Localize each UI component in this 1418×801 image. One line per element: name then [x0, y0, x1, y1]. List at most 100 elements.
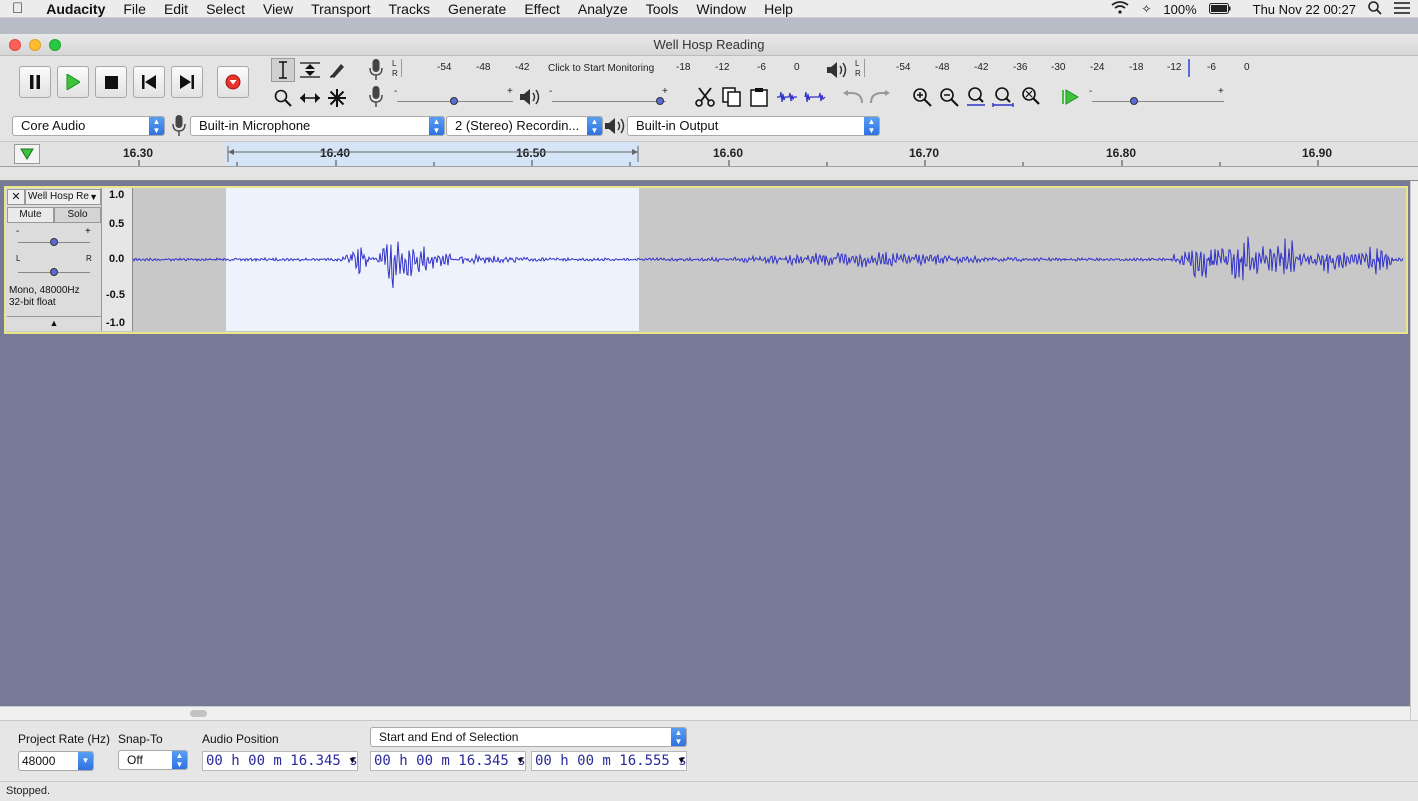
zoom-out-icon[interactable] [937, 85, 961, 109]
menu-generate[interactable]: Generate [439, 1, 515, 17]
menu-view[interactable]: View [254, 1, 302, 17]
pause-button[interactable] [19, 66, 51, 98]
copy-icon[interactable] [720, 85, 744, 109]
play-meter-tick: -30 [1051, 62, 1066, 73]
menu-edit[interactable]: Edit [155, 1, 197, 17]
time-format-dropdown-icon[interactable]: ▼ [518, 752, 523, 770]
bluetooth-icon[interactable]: ✧ [1141, 2, 1151, 16]
amplitude-tick-label: 0.5 [109, 218, 125, 230]
selection-mode-select[interactable]: Start and End of Selection ▲ ▼ [370, 727, 687, 747]
selection-end-field[interactable]: 00 h 00 m 16.555 s ▼ [531, 751, 687, 771]
track-close-button[interactable]: ✕ [7, 189, 25, 205]
output-device-select[interactable]: Built-in Output ▲ ▼ [627, 116, 880, 136]
input-device-select[interactable]: Built-in Microphone ▲ ▼ [190, 116, 445, 136]
play-button[interactable] [57, 66, 89, 98]
battery-icon[interactable] [1208, 2, 1231, 17]
output-volume-plus: + [662, 86, 668, 97]
play-at-speed-icon[interactable] [1058, 85, 1082, 109]
notification-center-icon[interactable] [1394, 1, 1410, 17]
undo-icon[interactable] [841, 85, 865, 109]
amplitude-tick-label: 0.0 [109, 253, 125, 265]
envelope-tool-icon[interactable] [298, 58, 322, 82]
menu-help[interactable]: Help [755, 1, 802, 17]
track-name-menu[interactable]: Well Hosp Re ▼ [25, 189, 101, 205]
menu-window[interactable]: Window [687, 1, 755, 17]
skip-to-start-button[interactable] [133, 66, 165, 98]
window-titlebar[interactable]: Well Hosp Reading [0, 34, 1418, 56]
track-bit-depth-info: 32-bit float [9, 297, 56, 308]
fit-selection-icon[interactable] [964, 85, 988, 109]
spotlight-icon[interactable] [1368, 0, 1382, 18]
apple-icon[interactable]:  [0, 0, 32, 17]
time-format-dropdown-icon[interactable]: ▼ [679, 752, 684, 770]
gain-slider[interactable] [50, 238, 58, 246]
output-volume-slider[interactable] [656, 97, 664, 105]
output-volume-speaker-icon [518, 85, 542, 109]
selection-start-field[interactable]: 00 h 00 m 16.345 s ▼ [370, 751, 526, 771]
solo-button[interactable]: Solo [54, 207, 101, 223]
trim-audio-icon[interactable] [775, 85, 799, 109]
play-speed-minus: - [1089, 86, 1093, 97]
time-shift-tool-icon[interactable] [298, 86, 322, 110]
audio-host-select[interactable]: Core Audio ▲ ▼ [12, 116, 165, 136]
clock[interactable]: Thu Nov 22 00:27 [1253, 2, 1356, 17]
play-meter-speaker-icon[interactable] [825, 58, 849, 82]
fit-project-icon[interactable] [991, 85, 1015, 109]
output-volume-track[interactable] [552, 101, 666, 102]
zoom-window-button[interactable] [49, 39, 61, 51]
snap-to-select[interactable]: Off ▲ ▼ [118, 750, 188, 770]
play-speed-slider[interactable] [1130, 97, 1138, 105]
menu-tools[interactable]: Tools [637, 1, 688, 17]
waveform-area[interactable] [133, 188, 1404, 331]
zoom-in-icon[interactable] [910, 85, 934, 109]
audio-position-field[interactable]: 00 h 00 m 16.345 s ▼ [202, 751, 358, 771]
input-volume-slider[interactable] [450, 97, 458, 105]
project-rate-select[interactable]: 48000 ▼ [18, 751, 94, 771]
menu-effect[interactable]: Effect [515, 1, 569, 17]
toolbars: L R -54 -48 -42 Click to Start Monitorin… [0, 56, 1418, 140]
selection-tool-icon[interactable] [271, 58, 295, 82]
input-channels-select[interactable]: 2 (Stereo) Recordin... ▲ ▼ [446, 116, 603, 136]
time-format-dropdown-icon[interactable]: ▼ [350, 752, 355, 770]
paste-icon[interactable] [747, 85, 771, 109]
record-meter-microphone-icon[interactable] [364, 58, 388, 82]
mute-button[interactable]: Mute [7, 207, 54, 223]
battery-percent: 100% [1163, 1, 1197, 17]
record-button[interactable] [217, 66, 249, 98]
record-meter-right-label: R [392, 69, 398, 78]
horizontal-scrollbar[interactable] [0, 706, 1410, 720]
horizontal-scrollbar-thumb[interactable] [190, 710, 207, 717]
selection-toolbar: Project Rate (Hz) 48000 ▼ Snap-To Off ▲ ▼… [0, 720, 1418, 780]
zoom-tool-icon[interactable] [271, 86, 295, 110]
menu-app[interactable]: Audacity [32, 1, 114, 17]
menu-analyze[interactable]: Analyze [569, 1, 637, 17]
redo-icon[interactable] [868, 85, 892, 109]
input-device-value: Built-in Microphone [199, 118, 311, 133]
silence-audio-icon[interactable] [803, 85, 827, 109]
play-meter-tick: -54 [896, 62, 911, 73]
monitor-prompt[interactable]: Click to Start Monitoring [548, 63, 654, 74]
close-window-button[interactable] [9, 39, 21, 51]
collapse-track-button[interactable]: ▲ [7, 316, 101, 329]
menu-select[interactable]: Select [197, 1, 254, 17]
chevron-updown-icon: ▲ ▼ [864, 117, 879, 135]
amplitude-ruler[interactable]: 1.0 0.5 0.0 -0.5 -1.0 [102, 188, 133, 331]
cut-icon[interactable] [693, 85, 717, 109]
skip-to-end-button[interactable] [171, 66, 203, 98]
minimize-window-button[interactable] [29, 39, 41, 51]
record-meter-tick: -18 [676, 62, 691, 73]
vertical-scrollbar[interactable] [1410, 181, 1418, 720]
menu-file[interactable]: File [114, 1, 155, 17]
zoom-toggle-icon[interactable] [1018, 85, 1042, 109]
menu-tracks[interactable]: Tracks [379, 1, 438, 17]
multi-tool-icon[interactable] [325, 86, 349, 110]
pan-slider[interactable] [50, 268, 58, 276]
wifi-icon[interactable] [1111, 1, 1129, 17]
track-control-panel[interactable]: ✕ Well Hosp Re ▼ Mute Solo - + L R Mono,… [6, 188, 102, 331]
stop-button[interactable] [95, 66, 127, 98]
draw-tool-icon[interactable] [325, 58, 349, 82]
menu-transport[interactable]: Transport [302, 1, 379, 17]
amplitude-tick-label: -0.5 [106, 289, 125, 301]
play-speed-track[interactable] [1092, 101, 1224, 102]
timeline-ruler[interactable]: 16.30 16.40 16.50 16.60 16.70 16.80 16.9… [0, 141, 1418, 167]
